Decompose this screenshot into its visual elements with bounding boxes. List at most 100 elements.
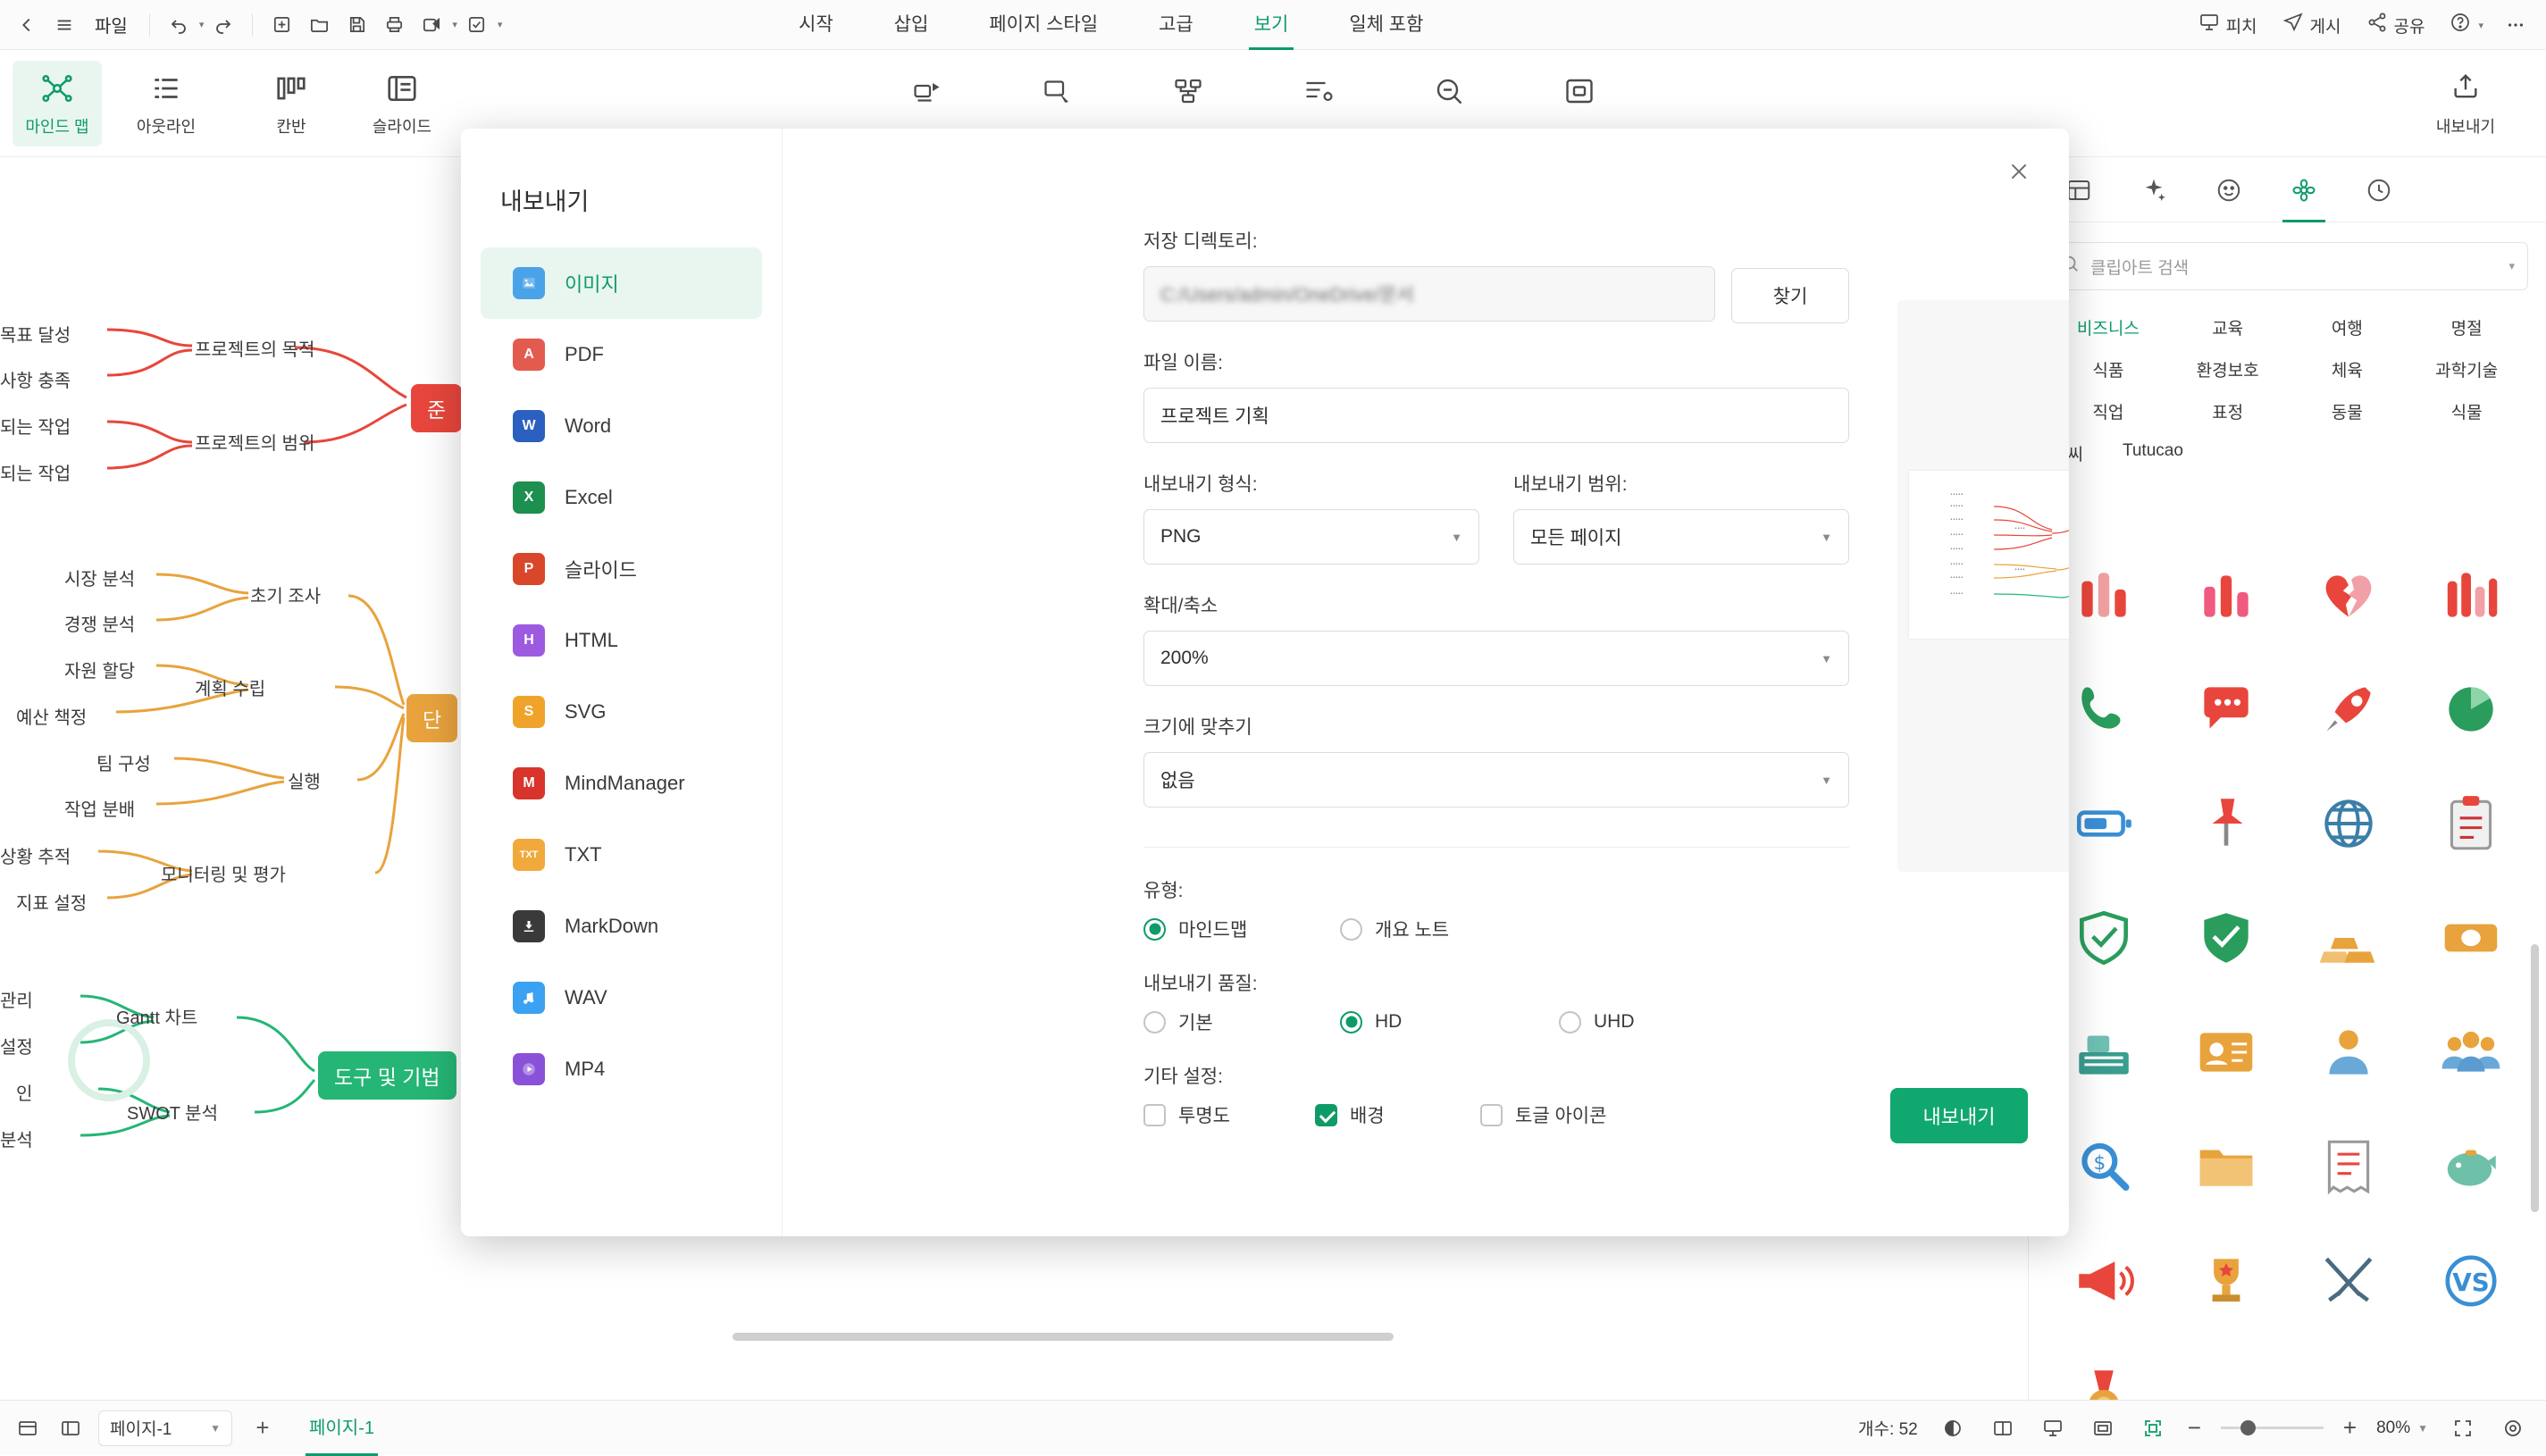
svg-text:•••••: ••••• (1950, 562, 1964, 567)
mindmanager-format-icon: M (513, 767, 545, 799)
export-form: 저장 디렉토리: C:/Users/admin/OneDrive/문서 찾기 파… (1143, 227, 1849, 1155)
word-format-icon: W (513, 410, 545, 442)
page-selector[interactable]: 페이지-1 ▼ (98, 1410, 232, 1446)
export-format-select[interactable]: PNG ▼ (1143, 509, 1479, 565)
format-label-html: HTML (565, 629, 618, 651)
frame-view-icon[interactable] (2088, 1413, 2118, 1443)
quality-row: 내보내기 품질: 기본 HD UHD (1143, 969, 1849, 1035)
browse-button[interactable]: 찾기 (1731, 268, 1849, 323)
type-option-mindmap-label: 마인드맵 (1178, 920, 1248, 941)
svg-text:••••: •••• (2014, 526, 2025, 531)
quality-radio-group: 기본 HD UHD (1143, 1008, 1849, 1035)
zoom-out-button[interactable]: − (2188, 1414, 2201, 1442)
zoom-slider-knob[interactable] (2240, 1420, 2256, 1435)
checkbox-background[interactable]: 배경 (1315, 1101, 1480, 1128)
fullscreen-icon[interactable] (2448, 1413, 2478, 1443)
divider (1143, 847, 1849, 848)
split-view-icon[interactable] (55, 1413, 86, 1443)
type-option-outline-note-label: 개요 노트 (1375, 920, 1450, 941)
excel-format-icon: X (513, 481, 545, 514)
format-item-markdown[interactable]: MarkDown (481, 891, 762, 962)
chevron-down-icon: ▼ (1821, 530, 1832, 544)
theme-circle-icon[interactable] (1938, 1413, 1968, 1443)
format-item-excel[interactable]: X Excel (481, 462, 762, 533)
zoom-level-value[interactable]: 80% (2376, 1418, 2410, 1438)
chevron-down-icon: ▼ (1821, 651, 1832, 665)
checkbox-transparency[interactable]: 투명도 (1143, 1101, 1315, 1128)
filename-row: 파일 이름: 프로젝트 기획 (1143, 348, 1849, 443)
close-icon[interactable] (2001, 154, 2037, 189)
checkbox-toggle-icon-label: 토글 아이콘 (1515, 1106, 1607, 1126)
format-label-txt: TXT (565, 843, 602, 866)
zoom-select[interactable]: 200% ▼ (1143, 631, 1849, 686)
format-item-html[interactable]: H HTML (481, 605, 762, 676)
fit-select[interactable]: 없음 ▼ (1143, 752, 1849, 807)
application-window: 파일 ▾ ▾ ▾ 시작 삽입 페이지 스타일 고급 보기 일체 포함 피치 게시… (0, 0, 2546, 1456)
export-format-list: 내보내기 이미지 A PDF W Word X Excel P 슬라이드 H H… (461, 129, 783, 1236)
format-item-image[interactable]: 이미지 (481, 247, 762, 319)
format-item-pdf[interactable]: A PDF (481, 319, 762, 390)
export-preview: ••••• ••••• ••••• ••••• ••••• ••••• ••••• ••… (1897, 300, 2069, 872)
save-directory-input[interactable]: C:/Users/admin/OneDrive/문서 (1143, 266, 1715, 322)
format-item-mindmanager[interactable]: M MindManager (481, 748, 762, 819)
zoom-slider[interactable] (2220, 1420, 2324, 1435)
page-tab-1[interactable]: 페이지-1 (293, 1401, 390, 1456)
svg-text:•••••: ••••• (1950, 591, 1964, 597)
presentation-view-icon[interactable] (2038, 1413, 2068, 1443)
format-item-svg[interactable]: S SVG (481, 676, 762, 748)
checkbox-indicator (1143, 1103, 1166, 1126)
export-range-group: 내보내기 범위: 모든 페이지 ▼ (1513, 470, 1849, 565)
export-range-select[interactable]: 모든 페이지 ▼ (1513, 509, 1849, 565)
preview-thumbnail: ••••• ••••• ••••• ••••• ••••• ••••• ••••• ••… (1908, 470, 2069, 640)
format-label-pdf: PDF (565, 343, 604, 365)
radio-indicator (1143, 1010, 1166, 1033)
mp4-format-icon (513, 1053, 545, 1085)
format-item-word[interactable]: W Word (481, 390, 762, 462)
type-option-outline-note[interactable]: 개요 노트 (1340, 916, 1449, 942)
checkbox-background-label: 배경 (1350, 1106, 1385, 1126)
format-item-slide[interactable]: P 슬라이드 (481, 533, 762, 605)
svg-text:•••••: ••••• (1950, 517, 1964, 523)
filename-input[interactable]: 프로젝트 기획 (1143, 388, 1849, 443)
zoom-in-button[interactable]: + (2343, 1414, 2357, 1442)
quality-option-basic-label: 기본 (1178, 1013, 1213, 1033)
book-view-icon[interactable] (1988, 1413, 2018, 1443)
quality-option-uhd[interactable]: UHD (1559, 1010, 1635, 1033)
format-item-txt[interactable]: TXT TXT (481, 819, 762, 891)
board-icon[interactable] (13, 1413, 43, 1443)
page-selector-value: 페이지-1 (110, 1420, 172, 1439)
format-label-mindmanager: MindManager (565, 772, 685, 794)
other-checkbox-group: 투명도 배경 토글 아이콘 (1143, 1101, 1849, 1128)
export-range-label: 내보내기 범위: (1513, 474, 1628, 495)
format-item-wav[interactable]: WAV (481, 962, 762, 1033)
chevron-down-icon: ▼ (1821, 773, 1832, 787)
svg-text:•••••: ••••• (1950, 492, 1964, 498)
chevron-down-icon: ▼ (210, 1421, 221, 1435)
quality-option-hd[interactable]: HD (1340, 1010, 1559, 1033)
export-format-value: PNG (1160, 526, 1202, 547)
svg-text:•••••: ••••• (1950, 575, 1964, 581)
quality-option-basic[interactable]: 기본 (1143, 1008, 1340, 1035)
type-radio-group: 마인드맵 개요 노트 (1143, 916, 1849, 942)
fit-value: 없음 (1160, 771, 1195, 791)
focus-mode-icon[interactable] (2498, 1413, 2528, 1443)
add-page-button[interactable]: + (245, 1410, 281, 1446)
type-label: 유형: (1143, 881, 1184, 901)
format-item-mp4[interactable]: MP4 (481, 1033, 762, 1105)
pdf-format-icon: A (513, 339, 545, 371)
radio-indicator (1559, 1010, 1581, 1033)
svg-format-icon: S (513, 696, 545, 728)
save-directory-label: 저장 디렉토리: (1143, 231, 1258, 252)
status-bar-right: 개수: 52 − + 80% ▼ (1858, 1413, 2546, 1443)
html-format-icon: H (513, 624, 545, 657)
export-dialog: 내보내기 이미지 A PDF W Word X Excel P 슬라이드 H H… (461, 129, 2069, 1236)
type-option-mindmap[interactable]: 마인드맵 (1143, 916, 1340, 942)
format-label-wav: WAV (565, 986, 607, 1008)
markdown-format-icon (513, 910, 545, 942)
export-confirm-button[interactable]: 내보내기 (1890, 1088, 2028, 1143)
chevron-down-icon[interactable]: ▼ (2417, 1422, 2428, 1435)
radio-indicator (1340, 1010, 1362, 1033)
fit-page-icon[interactable] (2138, 1413, 2168, 1443)
checkbox-toggle-icon[interactable]: 토글 아이콘 (1480, 1101, 1606, 1128)
zoom-slider-track (2220, 1420, 2324, 1435)
